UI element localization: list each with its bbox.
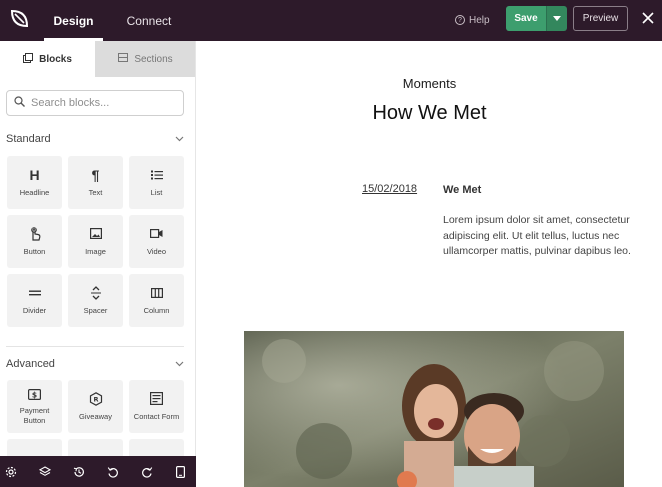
tab-design[interactable]: Design xyxy=(44,0,103,41)
chevron-down-icon xyxy=(553,16,561,21)
block-label: Image xyxy=(85,246,106,256)
headline-icon: H xyxy=(29,166,40,183)
form-icon xyxy=(150,392,164,406)
history-icon[interactable] xyxy=(72,465,85,478)
section-heading[interactable]: How We Met xyxy=(197,102,662,125)
block-button[interactable]: Button xyxy=(7,215,62,268)
section-eyebrow[interactable]: Moments xyxy=(197,76,662,91)
tab-sections-label: Sections xyxy=(134,53,173,65)
entry-body[interactable]: Lorem ipsum dolor sit amet, consectetur … xyxy=(443,213,638,260)
block-headline[interactable]: H Headline xyxy=(7,156,62,209)
block-label: Spacer xyxy=(83,305,108,315)
block-label: Divider xyxy=(22,305,47,315)
video-icon xyxy=(150,227,164,241)
help-link[interactable]: ? Help xyxy=(455,12,490,28)
block-payment-button[interactable]: $ Payment Button xyxy=(7,380,62,433)
layers-icon[interactable] xyxy=(38,465,51,478)
svg-text:R: R xyxy=(93,395,98,403)
sidebar-tabs: Blocks Sections xyxy=(0,41,195,77)
undo-icon[interactable] xyxy=(106,465,119,478)
chevron-down-icon xyxy=(174,134,184,144)
gear-icon[interactable] xyxy=(4,465,17,478)
block-label: Payment Button xyxy=(19,405,50,425)
mobile-preview-icon[interactable] xyxy=(174,465,187,478)
blocks-icon xyxy=(23,52,34,66)
tab-blocks[interactable]: Blocks xyxy=(0,41,95,77)
block-label: Giveaway xyxy=(79,411,112,421)
image-icon xyxy=(89,227,103,241)
divider-icon xyxy=(28,286,42,300)
close-icon[interactable] xyxy=(640,10,656,26)
block-label: Headline xyxy=(19,187,50,197)
pointer-icon xyxy=(28,226,42,241)
bottom-toolbar xyxy=(0,456,196,487)
block-label: Button xyxy=(23,246,46,256)
svg-text:$: $ xyxy=(32,390,37,399)
tab-blocks-label: Blocks xyxy=(39,53,72,65)
block-image[interactable]: Image xyxy=(68,215,123,268)
block-list[interactable]: List xyxy=(129,156,184,209)
block-video[interactable]: Video xyxy=(129,215,184,268)
search-placeholder: Search blocks... xyxy=(31,97,110,109)
blocks-sidebar: Blocks Sections Search blocks... Standar… xyxy=(0,41,196,487)
giveaway-icon: R xyxy=(89,391,103,406)
block-label: Column xyxy=(143,305,170,315)
block-label: Text xyxy=(88,187,103,197)
column-icon xyxy=(150,286,164,300)
block-spacer[interactable]: Spacer xyxy=(68,274,123,327)
block-column[interactable]: Column xyxy=(129,274,184,327)
block-contact-form[interactable]: Contact Form xyxy=(129,380,184,433)
top-bar: Design Connect ? Help Save Preview xyxy=(0,0,662,41)
tab-sections[interactable]: Sections xyxy=(95,41,195,77)
chevron-down-icon xyxy=(174,359,184,369)
spacer-icon xyxy=(89,285,103,300)
search-input[interactable]: Search blocks... xyxy=(6,90,184,116)
standard-section-header[interactable]: Standard xyxy=(6,131,184,147)
advanced-section-title: Advanced xyxy=(6,358,55,370)
block-label: Video xyxy=(146,246,167,256)
search-icon xyxy=(14,94,25,112)
list-icon xyxy=(150,168,164,182)
section-divider xyxy=(6,346,184,347)
standard-section-title: Standard xyxy=(6,133,51,145)
block-text[interactable]: ¶ Text xyxy=(68,156,123,209)
block-divider[interactable]: Divider xyxy=(7,274,62,327)
seedprod-logo-icon[interactable] xyxy=(6,6,32,32)
tab-connect[interactable]: Connect xyxy=(117,0,181,41)
block-label: List xyxy=(150,187,163,197)
preview-button[interactable]: Preview xyxy=(573,6,628,31)
paragraph-icon: ¶ xyxy=(91,166,100,183)
block-giveaway[interactable]: R Giveaway xyxy=(68,380,123,433)
dollar-icon: $ xyxy=(28,388,42,402)
entry-title[interactable]: We Met xyxy=(443,184,481,196)
save-button[interactable]: Save xyxy=(506,6,546,31)
advanced-section-header[interactable]: Advanced xyxy=(6,356,184,372)
couple-photo[interactable] xyxy=(244,331,624,487)
entry-date[interactable]: 15/02/2018 xyxy=(362,183,417,195)
block-label: Contact Form xyxy=(133,411,180,421)
redo-icon[interactable] xyxy=(140,465,153,478)
save-options-dropdown[interactable] xyxy=(546,6,567,31)
help-label: Help xyxy=(469,14,490,26)
help-icon: ? xyxy=(455,15,465,25)
sections-icon xyxy=(118,53,129,65)
